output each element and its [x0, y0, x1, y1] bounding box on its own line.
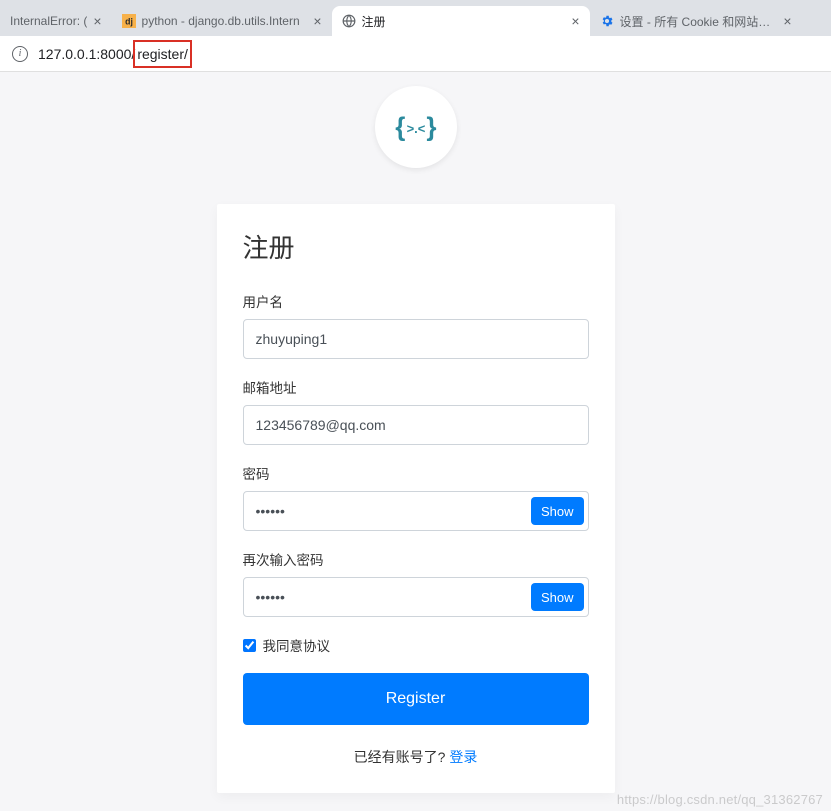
email-input[interactable]	[243, 405, 589, 445]
browser-tab-3[interactable]: 设置 - 所有 Cookie 和网站数据 ×	[590, 6, 802, 36]
svg-text:}: }	[426, 112, 436, 142]
svg-text:{: {	[395, 112, 405, 142]
close-icon[interactable]: ×	[313, 14, 321, 28]
password-field-group: 密码 Show	[243, 463, 589, 531]
close-icon[interactable]: ×	[571, 14, 579, 28]
tab-title: 设置 - 所有 Cookie 和网站数据	[620, 13, 778, 30]
django-favicon-icon: dj	[122, 14, 136, 28]
close-icon[interactable]: ×	[783, 14, 791, 28]
tab-title: InternalError: (	[10, 14, 87, 28]
globe-icon	[342, 14, 356, 28]
register-button[interactable]: Register	[243, 673, 589, 725]
agree-row: 我同意协议	[243, 635, 589, 655]
agree-label: 我同意协议	[263, 635, 331, 655]
avatar-face: >.<	[406, 121, 425, 136]
avatar: { >.< }	[375, 86, 457, 168]
tab-title: python - django.db.utils.Intern	[142, 14, 308, 28]
browser-tab-0[interactable]: InternalError: ( ×	[0, 6, 112, 36]
address-bar: i 127.0.0.1:8000/register/	[0, 36, 831, 72]
page-content: { >.< } 注册 用户名 邮箱地址 密码 Show 再次输入	[0, 72, 831, 811]
gear-icon	[600, 14, 614, 28]
login-link[interactable]: 登录	[449, 749, 477, 765]
watermark: https://blog.csdn.net/qq_31362767	[617, 792, 823, 807]
email-label: 邮箱地址	[243, 377, 589, 397]
browser-tab-2-active[interactable]: 注册 ×	[332, 6, 590, 36]
password2-field-group: 再次输入密码 Show	[243, 549, 589, 617]
password2-label: 再次输入密码	[243, 549, 589, 569]
url-prefix: 127.0.0.1:8000/	[38, 46, 135, 62]
site-info-icon[interactable]: i	[12, 46, 28, 62]
url-text[interactable]: 127.0.0.1:8000/register/	[38, 40, 192, 68]
page-title: 注册	[243, 228, 589, 265]
show-password-button[interactable]: Show	[531, 497, 584, 525]
password-label: 密码	[243, 463, 589, 483]
tab-title: 注册	[362, 13, 566, 30]
url-highlight: register/	[133, 40, 192, 68]
show-password2-button[interactable]: Show	[531, 583, 584, 611]
already-text: 已经有账号了?	[354, 749, 446, 765]
username-label: 用户名	[243, 291, 589, 311]
username-field-group: 用户名	[243, 291, 589, 359]
svg-text:dj: dj	[125, 17, 133, 27]
browser-tab-bar: InternalError: ( × dj python - django.db…	[0, 0, 831, 36]
browser-tab-1[interactable]: dj python - django.db.utils.Intern ×	[112, 6, 332, 36]
login-row: 已经有账号了? 登录	[243, 747, 589, 767]
register-card: 注册 用户名 邮箱地址 密码 Show 再次输入密码 Show	[217, 204, 615, 793]
close-icon[interactable]: ×	[93, 14, 101, 28]
agree-checkbox[interactable]	[243, 639, 256, 652]
username-input[interactable]	[243, 319, 589, 359]
email-field-group: 邮箱地址	[243, 377, 589, 445]
